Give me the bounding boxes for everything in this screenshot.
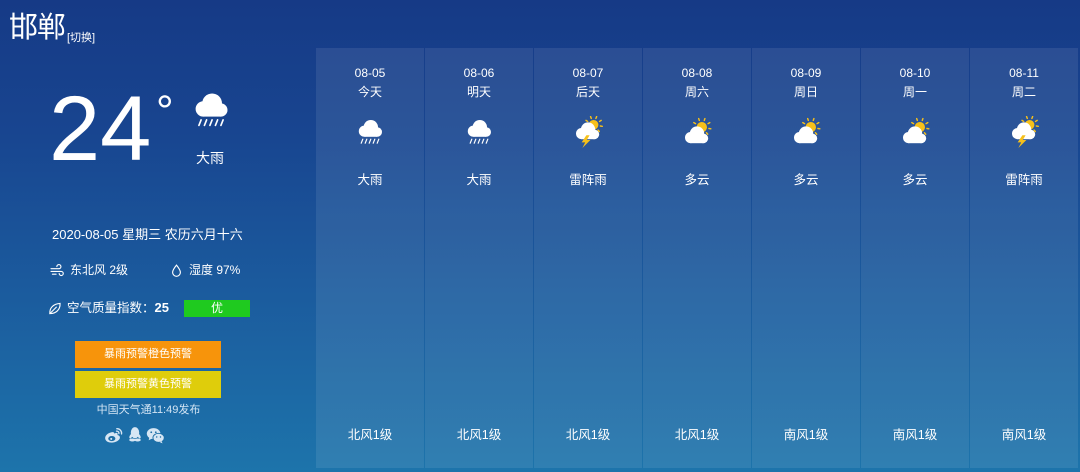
partly-cloudy-icon (681, 116, 713, 148)
forecast-date: 08-09 (790, 66, 822, 80)
partly-cloudy-icon (790, 116, 822, 148)
heavy-rain-icon (189, 88, 233, 132)
forecast-date: 08-05 (354, 66, 386, 80)
forecast-day: 08-10 周一 多云 南风1级 (861, 48, 969, 468)
heavy-rain-icon (354, 116, 386, 148)
forecast-weather-text: 大雨 (357, 173, 383, 187)
forecast-date: 08-11 (1009, 66, 1039, 80)
forecast-weather-text: 雷阵雨 (1005, 173, 1043, 187)
forecast-weather-text: 多云 (684, 173, 710, 187)
forecast-wind-text: 北风1级 (347, 428, 393, 442)
forecast-day: 08-09 周日 多云 南风1级 (752, 48, 860, 468)
leaf-icon (48, 302, 61, 315)
forecast-day: 08-11 周二 雷阵雨 南风1级 (970, 48, 1078, 468)
forecast-wind-text: 南风1级 (892, 428, 938, 442)
forecast-weekday: 后天 (575, 85, 600, 99)
thunder-shower-icon (572, 116, 604, 148)
qq-icon[interactable] (128, 425, 142, 443)
forecast-weekday: 明天 (466, 85, 491, 99)
aqi-row: 空气质量指数：25 (67, 300, 169, 316)
current-temperature: 24 (49, 78, 152, 180)
forecast-wind-text: 南风1级 (783, 428, 829, 442)
forecast-day: 08-08 周六 多云 北风1级 (643, 48, 751, 468)
degree-symbol: ° (156, 87, 174, 136)
aqi-label: 空气质量指数： (67, 301, 155, 315)
forecast-list: 08-05 今天 大雨 北风1级 08-06 明天 大雨 北风1级 08-07 … (315, 48, 1080, 468)
forecast-day: 08-05 今天 大雨 北风1级 (316, 48, 424, 468)
forecast-weekday: 今天 (357, 85, 382, 99)
forecast-weekday: 周日 (793, 85, 818, 99)
weather-widget: 邯郸 [切换] 24 ° 大雨 2020-08-05 星期三 农历六月十六 东北… (0, 0, 1080, 472)
date-line: 2020-08-05 星期三 农历六月十六 (52, 227, 243, 242)
forecast-wind-text: 南风1级 (1001, 428, 1047, 442)
forecast-weather-text: 大雨 (466, 173, 492, 187)
publish-info: 中国天气通11:49发布 (96, 404, 201, 416)
forecast-day: 08-07 后天 雷阵雨 北风1级 (534, 48, 642, 468)
forecast-wind-text: 北风1级 (674, 428, 720, 442)
alert-orange-button[interactable]: 暴雨预警橙色预警 (75, 341, 221, 368)
forecast-weather-text: 雷阵雨 (569, 173, 607, 187)
forecast-date: 08-08 (681, 66, 713, 80)
aqi-value: 25 (154, 300, 169, 315)
forecast-weather-text: 多云 (902, 173, 928, 187)
switch-city-link[interactable]: [切换] (67, 31, 95, 45)
forecast-day: 08-06 明天 大雨 北风1级 (425, 48, 533, 468)
city-name: 邯郸 (9, 12, 66, 44)
forecast-weekday: 周二 (1011, 85, 1036, 99)
alert-yellow-button[interactable]: 暴雨预警黄色预警 (75, 371, 221, 398)
partly-cloudy-icon (899, 116, 931, 148)
wind-icon (50, 264, 65, 277)
forecast-date: 08-07 (572, 66, 604, 80)
humidity-drop-icon (170, 264, 183, 277)
humidity-text: 湿度 97% (189, 263, 241, 277)
forecast-wind-text: 北风1级 (565, 428, 611, 442)
forecast-wind-text: 北风1级 (456, 428, 502, 442)
wind-text: 东北风 2级 (70, 263, 129, 277)
forecast-weekday: 周一 (902, 85, 927, 99)
forecast-weather-text: 多云 (793, 173, 819, 187)
weibo-icon[interactable] (104, 427, 123, 444)
forecast-weekday: 周六 (684, 85, 709, 99)
wechat-icon[interactable] (146, 427, 165, 444)
current-weather-text: 大雨 (196, 150, 224, 166)
aqi-level-badge: 优 (184, 300, 250, 317)
heavy-rain-icon (463, 116, 495, 148)
forecast-date: 08-10 (899, 66, 931, 80)
thunder-shower-icon (1008, 116, 1040, 148)
forecast-date: 08-06 (463, 66, 495, 80)
